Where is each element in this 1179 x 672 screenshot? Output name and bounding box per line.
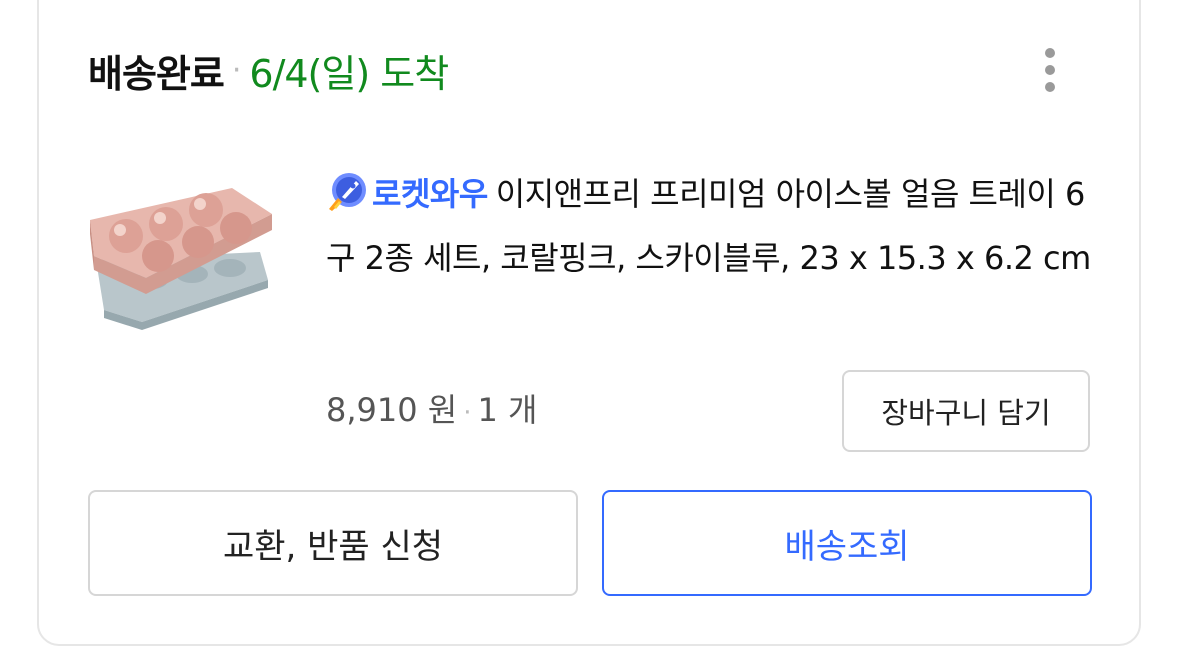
ice-tray-image (90, 188, 272, 330)
price-row: 8,910 원 · 1 개 (326, 385, 537, 431)
rocket-wow-badge: 로켓와우 (372, 175, 488, 213)
dot (1045, 82, 1055, 92)
exchange-return-button[interactable]: 교환, 반품 신청 (88, 490, 578, 596)
dot (1045, 48, 1055, 58)
more-options-icon[interactable] (1028, 38, 1072, 102)
arrival-date: 6/4(일) 도착 (249, 51, 449, 96)
status-separator: · (231, 52, 242, 88)
dot (1045, 65, 1055, 75)
rocket-icon (329, 173, 366, 211)
delivery-status: 배송완료 (88, 51, 225, 96)
product-thumbnail[interactable] (82, 160, 278, 338)
product-title[interactable]: 로켓와우 이지앤프리 프리미엄 아이스볼 얼음 트레이 6구 2종 세트, 코랄핑… (326, 162, 1096, 290)
delivery-status-row: 배송완료 · 6/4(일) 도착 (88, 40, 449, 100)
track-delivery-button[interactable]: 배송조회 (602, 490, 1092, 596)
add-to-cart-button[interactable]: 장바구니 담기 (842, 370, 1090, 452)
product-price: 8,910 원 (326, 391, 458, 429)
product-quantity: 1 개 (477, 391, 538, 429)
price-separator: · (463, 398, 472, 428)
